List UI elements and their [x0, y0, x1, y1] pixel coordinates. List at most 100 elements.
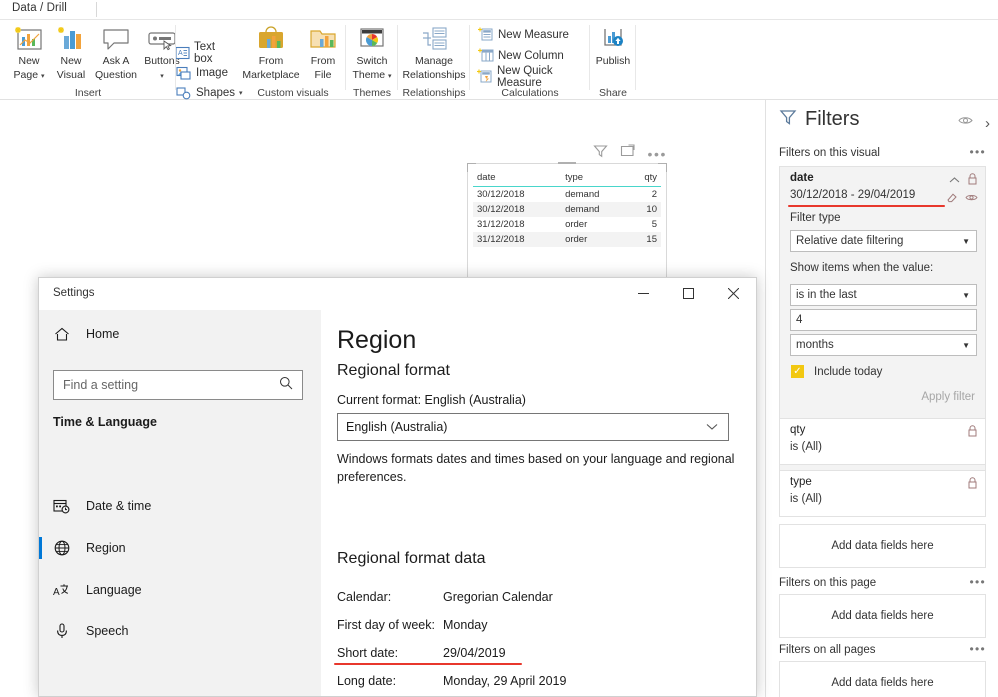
eye-icon[interactable] — [965, 190, 978, 208]
add-data-fields-visual[interactable]: Add data fields here — [779, 524, 986, 568]
close-icon[interactable] — [711, 278, 756, 308]
cell-qty: 15 — [628, 232, 661, 247]
tab-data-drill[interactable]: Data / Drill — [12, 2, 67, 14]
section-heading-regional-format: Regional format — [337, 362, 450, 379]
sidebar-item-date-time[interactable]: Date & time — [53, 490, 303, 522]
section-more-options-icon[interactable]: ••• — [969, 642, 986, 656]
text-box-button[interactable]: A Text box — [175, 41, 217, 65]
table-row[interactable]: 31/12/2018 order 15 — [473, 232, 661, 247]
data-value-long-date: Monday, 29 April 2019 — [443, 674, 567, 688]
condition-select[interactable]: is in the last ▼ — [790, 284, 977, 306]
resize-handle-top-middle[interactable] — [558, 162, 576, 164]
data-value-calendar: Gregorian Calendar — [443, 590, 553, 604]
amount-input[interactable]: 4 — [790, 309, 977, 331]
data-label-short-date: Short date: — [337, 646, 399, 660]
search-input[interactable]: Find a setting — [53, 370, 303, 400]
chevron-down-icon: ▼ — [962, 236, 970, 246]
filters-pane: Filters › Filters on this visual ••• dat… — [765, 100, 998, 697]
search-icon[interactable] — [279, 376, 293, 395]
eraser-icon[interactable] — [946, 190, 958, 208]
lock-icon[interactable] — [967, 476, 978, 494]
regional-format-value: English (Australia) — [346, 420, 448, 434]
unit-select[interactable]: months ▼ — [790, 334, 977, 356]
filter-field-name: type — [790, 476, 812, 488]
sidebar-item-language[interactable]: A Language — [53, 574, 303, 606]
include-today-row[interactable]: ✓ Include today — [791, 365, 882, 378]
chevron-down-icon — [706, 418, 718, 436]
expand-arrow-icon[interactable]: › — [985, 115, 990, 132]
ribbon-group-label-calculations: Calculations — [501, 87, 559, 99]
eye-icon[interactable] — [958, 114, 973, 132]
table-row[interactable]: 31/12/2018 order 5 — [473, 217, 661, 232]
group-separator — [175, 25, 176, 90]
table-row[interactable]: 30/12/2018 demand 2 — [473, 186, 661, 202]
filter-type-select[interactable]: Relative date filtering ▼ — [790, 230, 977, 252]
new-page-label-1: New — [18, 55, 40, 67]
section-more-options-icon[interactable]: ••• — [969, 575, 986, 589]
sidebar-item-home[interactable]: Home — [53, 318, 303, 350]
filter-value: is (All) — [790, 493, 822, 505]
settings-main-content: Region Regional format Current format: E… — [321, 310, 756, 696]
manage-relationships-label-1: Manage — [415, 55, 453, 67]
cell-date: 31/12/2018 — [473, 217, 562, 232]
publish-icon — [590, 24, 636, 54]
include-today-label: Include today — [814, 365, 883, 378]
filter-card-type[interactable]: type is (All) — [779, 470, 986, 517]
switch-theme-icon — [348, 24, 396, 54]
ribbon-group-themes: Switch Theme ▾ Themes — [346, 20, 398, 100]
apply-filter-button[interactable]: Apply filter — [921, 391, 975, 403]
lock-icon[interactable] — [967, 424, 978, 442]
sidebar-item-date-time-label: Date & time — [86, 499, 152, 513]
section-more-options-icon[interactable]: ••• — [969, 145, 986, 159]
new-page-button[interactable]: New Page ▾ — [6, 24, 52, 82]
column-header-type[interactable]: type — [561, 170, 629, 187]
cell-qty: 5 — [628, 217, 661, 232]
lock-icon[interactable] — [967, 172, 978, 190]
focus-mode-icon[interactable] — [620, 144, 636, 163]
table-row[interactable]: 30/12/2018 demand 10 — [473, 202, 661, 217]
data-value-short-date: 29/04/2019 — [443, 646, 506, 660]
settings-title-bar[interactable]: Settings — [39, 278, 756, 310]
manage-relationships-label-2: Relationships — [402, 68, 466, 81]
from-marketplace-label-2: Marketplace — [242, 68, 300, 81]
sidebar-item-region[interactable]: Region — [53, 532, 303, 564]
ribbon-group-share: Publish Share — [590, 20, 636, 100]
minimize-icon[interactable] — [621, 278, 666, 308]
search-placeholder: Find a setting — [63, 378, 139, 392]
add-data-fields-page[interactable]: Add data fields here — [779, 594, 986, 638]
cell-type: order — [561, 232, 629, 247]
filter-icon[interactable] — [593, 144, 609, 163]
new-column-button[interactable]: New Column — [477, 45, 564, 66]
switch-theme-button[interactable]: Switch Theme ▾ — [348, 24, 396, 82]
data-label-calendar: Calendar: — [337, 590, 392, 604]
add-data-fields-all-pages[interactable]: Add data fields here — [779, 661, 986, 697]
ribbon-group-label-relationships: Relationships — [402, 87, 466, 99]
table-visual[interactable]: date type qty 30/12/2018 demand 2 30/12/… — [467, 162, 667, 285]
maximize-icon[interactable] — [666, 278, 711, 308]
filter-field-name: qty — [790, 424, 806, 436]
resize-handle-top-left[interactable] — [467, 163, 476, 172]
from-marketplace-button[interactable]: From Marketplace — [240, 24, 302, 81]
new-measure-button[interactable]: New Measure — [477, 24, 569, 45]
resize-handle-top-right[interactable] — [658, 163, 667, 172]
regional-format-select[interactable]: English (Australia) — [337, 413, 729, 441]
publish-button[interactable]: Publish — [590, 24, 636, 68]
include-today-checkbox[interactable]: ✓ — [791, 365, 804, 378]
filters-title-label: Filters — [805, 108, 860, 130]
new-column-icon — [477, 48, 494, 64]
manage-relationships-button[interactable]: Manage Relationships — [398, 24, 470, 81]
filter-card-qty[interactable]: qty is (All) — [779, 418, 986, 465]
column-header-qty[interactable]: qty — [628, 170, 661, 187]
more-options-icon[interactable]: ••• — [647, 147, 667, 161]
from-file-button[interactable]: From File — [302, 24, 344, 81]
new-page-icon — [6, 24, 52, 54]
chevron-up-icon[interactable] — [949, 172, 960, 190]
filter-type-value: Relative date filtering — [796, 235, 904, 247]
filter-value-date-range: 30/12/2018 - 29/04/2019 — [790, 189, 916, 201]
sidebar-item-speech[interactable]: Speech — [53, 615, 303, 647]
image-button[interactable]: Image — [175, 62, 228, 83]
ask-question-button[interactable]: Ask A Question — [88, 24, 144, 81]
column-header-date[interactable]: date — [473, 170, 562, 187]
filter-value: is (All) — [790, 441, 822, 453]
new-quick-measure-button[interactable]: New Quick Measure — [477, 65, 590, 89]
